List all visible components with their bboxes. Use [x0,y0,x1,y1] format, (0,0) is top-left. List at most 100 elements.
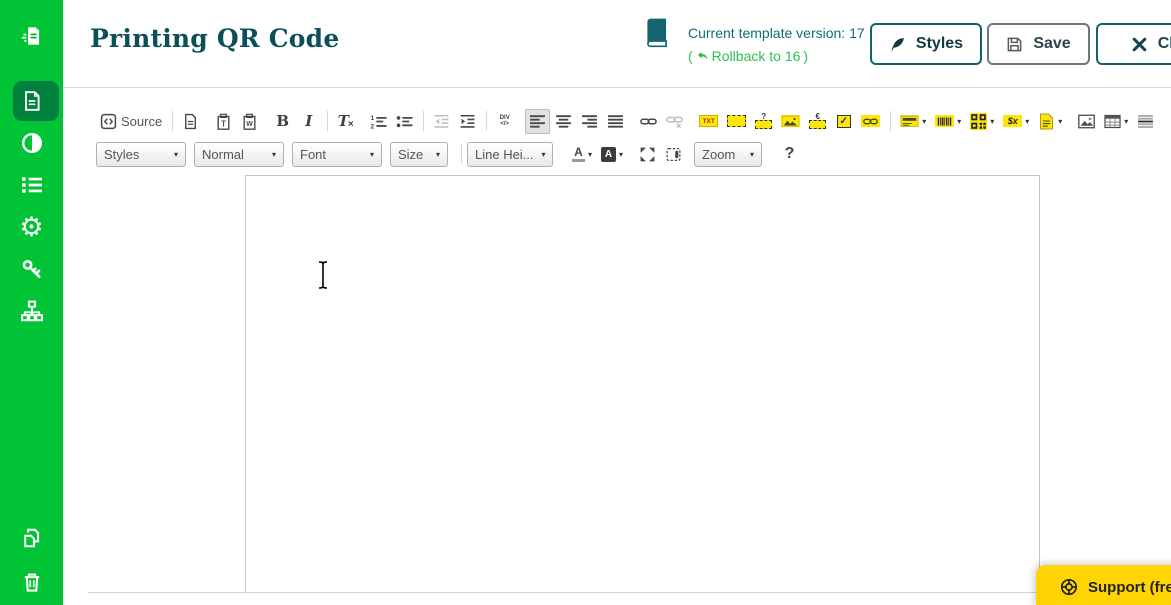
maximize-button[interactable] [635,142,660,167]
template-doc-button[interactable] [178,109,203,134]
field-barcode-icon [935,115,954,127]
sidebar-item-access-keys[interactable] [0,257,63,281]
field-question-icon: ? [755,114,772,129]
copy-icon [21,527,43,549]
field-document-button[interactable]: ▾ [1034,109,1066,134]
table-button[interactable]: ▾ [1100,109,1132,134]
sidebar-item-documents[interactable] [0,81,63,121]
chevron-down-icon: ▾ [957,117,961,126]
app-logo[interactable] [12,14,52,58]
remove-format-button[interactable]: T× [333,109,358,134]
field-txt-icon: TXT [699,115,718,127]
field-placeholder-button[interactable] [723,109,750,134]
sidebar-item-contrast[interactable] [0,131,63,155]
key-icon [21,258,43,280]
quill-icon [889,36,906,53]
rollback-link[interactable]: Rollback to 16 [712,47,801,65]
styles-button[interactable]: Styles [870,23,982,65]
field-currency-button[interactable]: € [805,109,830,134]
numbered-list-button[interactable]: 12 [366,109,391,134]
numbered-list-icon: 12 [370,113,387,130]
field-link-button[interactable] [857,109,884,134]
zoom-select[interactable]: Zoom▾ [694,142,762,167]
sidebar-item-settings[interactable]: ⚙ [0,215,63,239]
select-label: Normal [202,147,264,162]
field-txt-button[interactable]: TXT [695,109,722,134]
page-title: Printing QR Code [90,24,339,53]
show-blocks-button[interactable] [661,142,686,167]
field-form-icon [900,115,919,127]
support-button[interactable]: Support (free) [1036,565,1171,605]
table-icon [1104,113,1121,130]
field-currency-icon: € [809,114,826,129]
sidebar-item-list[interactable] [0,173,63,197]
field-placeholder-icon [727,115,746,127]
rollback-line: ( Rollback to 16 ) [688,47,868,65]
select-label: Styles [104,147,166,162]
outdent-icon [433,113,450,130]
undo-arrow-icon [696,50,709,63]
bg-color-icon: A [601,147,616,162]
toolbar-divider [890,111,891,131]
toolbar-divider [461,144,462,164]
bulleted-list-icon [396,113,413,130]
line-hei-select[interactable]: Line Hei...▾ [467,142,553,167]
div-container-button[interactable]: DIV</> [492,109,517,134]
link-icon [640,113,657,130]
indent-button[interactable] [455,109,480,134]
template-doc-icon [182,113,199,130]
source-icon [100,113,117,130]
bg-color-button[interactable]: A▾ [597,142,627,167]
unlink-icon [666,113,683,130]
align-justify-button[interactable] [603,109,628,134]
source-button[interactable]: Source [96,109,166,134]
gear-icon: ⚙ [19,216,43,238]
version-text: Current template version: 17 [688,24,868,42]
floppy-icon [1006,36,1023,53]
image-button[interactable] [1074,109,1099,134]
app-window: ⚙ Printing QR Code Current template vers… [0,0,1171,605]
text-color-button[interactable]: A▾ [568,142,596,167]
field-question-button[interactable]: ? [751,109,776,134]
bold-button[interactable]: B [270,109,295,134]
horizontal-lines-button[interactable] [1133,109,1158,134]
align-center-button[interactable] [551,109,576,134]
bulleted-list-button[interactable] [392,109,417,134]
italic-button[interactable]: I [296,109,321,134]
editor-page[interactable] [245,175,1040,592]
field-checkbox-button[interactable]: ✓ [831,109,856,134]
document-icon [21,90,43,112]
editor-bottom-border [88,592,1171,593]
align-right-button[interactable] [577,109,602,134]
editor-toolbar-row-2: Styles▾ Normal▾ Font▾ Size▾ Line Hei...▾ A▾A▾… [96,139,803,169]
show-blocks-icon [665,146,682,163]
help-button[interactable]: ? [777,142,802,167]
styles-select[interactable]: Styles▾ [96,142,186,167]
field-form-button[interactable]: ▾ [896,109,930,134]
align-right-icon [581,113,598,130]
align-left-button[interactable] [525,109,550,134]
paste-word-button[interactable]: W [237,109,262,134]
link-button[interactable] [636,109,661,134]
normal-select[interactable]: Normal▾ [194,142,284,167]
field-qrcode-icon [970,113,987,130]
field-qrcode-button[interactable]: ▾ [966,109,998,134]
field-link-icon [861,115,880,127]
field-barcode-button[interactable]: ▾ [931,109,965,134]
sidebar-item-hierarchy[interactable] [0,299,63,323]
paste-text-icon: T [215,113,232,130]
close-button[interactable]: Close [1096,23,1171,65]
field-formula-button[interactable]: $x▾ [999,109,1033,134]
fast-document-logo-icon [21,25,43,47]
font-select[interactable]: Font▾ [292,142,382,167]
save-button[interactable]: Save [987,23,1090,65]
size-select[interactable]: Size▾ [390,142,448,167]
paste-text-button[interactable]: T [211,109,236,134]
svg-text:T: T [221,119,226,128]
contrast-icon [21,132,43,154]
remove-format-icon: T× [338,112,354,130]
sidebar-item-delete[interactable] [0,570,63,594]
field-image-button[interactable] [777,109,804,134]
sidebar-item-duplicate[interactable] [0,526,63,550]
field-checkbox-icon: ✓ [837,115,851,128]
